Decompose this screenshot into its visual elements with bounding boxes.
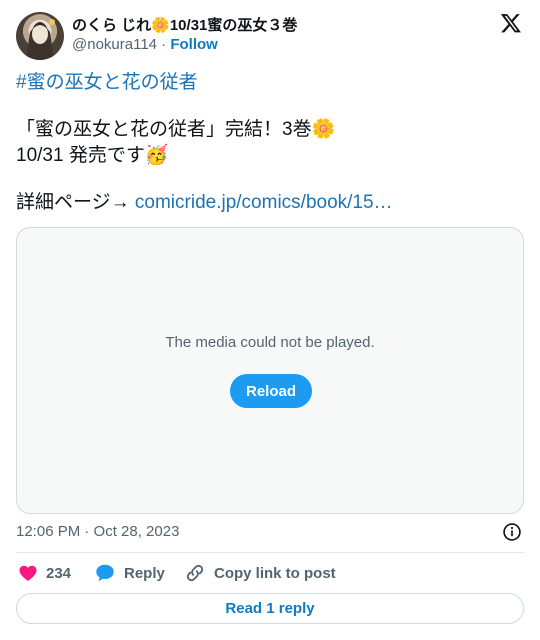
x-logo-icon[interactable] bbox=[500, 12, 522, 34]
handle-separator: · bbox=[157, 36, 171, 53]
reply-label: Reply bbox=[124, 564, 165, 582]
link-icon bbox=[186, 564, 204, 582]
tweet-header: のくら じれ🌼10/31蜜の巫女３巻 @nokura114 · Follow bbox=[16, 12, 524, 60]
copy-link-button[interactable]: Copy link to post bbox=[184, 561, 336, 585]
author-display-name[interactable]: のくら じれ🌼10/31蜜の巫女３巻 bbox=[72, 14, 297, 35]
like-button[interactable]: 234 bbox=[18, 561, 71, 585]
author-handle-line: @nokura114 · Follow bbox=[72, 36, 218, 53]
divider bbox=[16, 552, 524, 553]
reply-button[interactable]: Reply bbox=[94, 561, 165, 585]
reply-bubble-icon bbox=[96, 564, 114, 582]
details-link[interactable]: comicride.jp/comics/book/15… bbox=[135, 192, 393, 213]
author-handle[interactable]: @nokura114 bbox=[72, 36, 157, 53]
tweet-text-line: 「蜜の巫女と花の従者」完結！3巻🌼 bbox=[16, 119, 336, 140]
info-icon[interactable] bbox=[502, 522, 522, 542]
follow-link[interactable]: Follow bbox=[170, 36, 218, 53]
hashtag-link[interactable]: #蜜の巫女と花の従者 bbox=[16, 70, 524, 96]
reload-button[interactable]: Reload bbox=[230, 374, 312, 408]
media-player: The media could not be played. Reload bbox=[16, 227, 524, 514]
heart-icon bbox=[19, 565, 37, 581]
details-label: 詳細ページ→ bbox=[16, 192, 135, 213]
copy-link-label: Copy link to post bbox=[214, 564, 336, 582]
read-replies-button[interactable]: Read 1 reply bbox=[16, 593, 524, 624]
like-count: 234 bbox=[46, 564, 72, 582]
tweet-timestamp[interactable]: 12:06 PM · Oct 28, 2023 bbox=[16, 523, 179, 540]
tweet-text-line: 10/31 発売です🥳 bbox=[16, 145, 169, 166]
avatar-illustration-icon bbox=[26, 19, 55, 60]
tweet-body: #蜜の巫女と花の従者 「蜜の巫女と花の従者」完結！3巻🌼 10/31 発売です🥳… bbox=[16, 70, 524, 216]
avatar[interactable] bbox=[16, 12, 64, 60]
tweet-text-line: 詳細ページ→ comicride.jp/comics/book/15… bbox=[16, 190, 524, 216]
media-error-message: The media could not be played. bbox=[165, 334, 375, 351]
